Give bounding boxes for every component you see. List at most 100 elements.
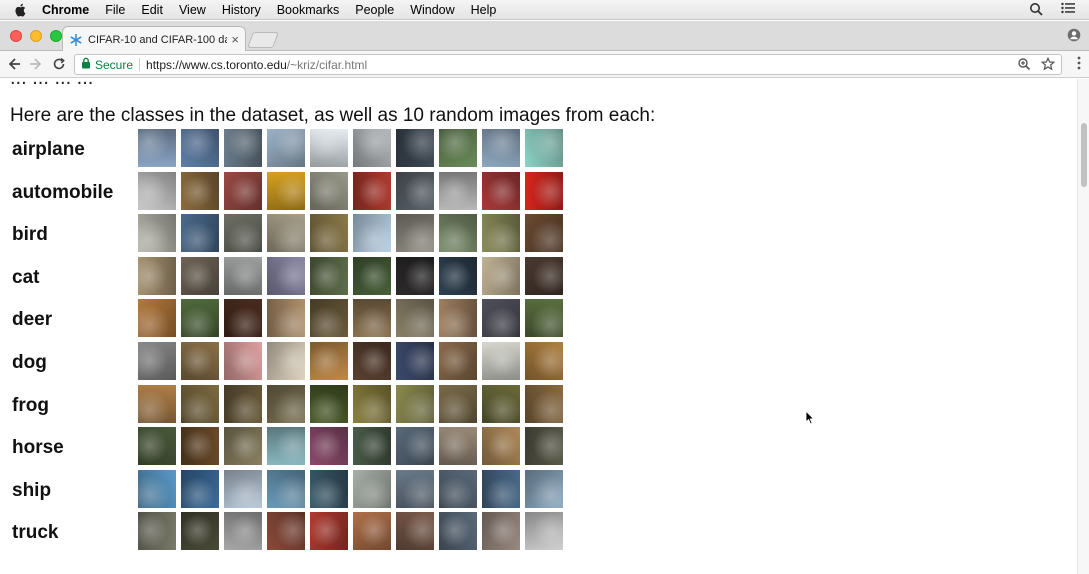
- scrollbar-thumb[interactable]: [1081, 123, 1087, 187]
- class-label: cat: [12, 266, 40, 288]
- menu-window[interactable]: Window: [410, 3, 454, 17]
- sample-image-thumbnail: [482, 256, 520, 295]
- close-window-button[interactable]: [10, 30, 22, 42]
- sample-image-thumbnail: [396, 427, 434, 466]
- menu-bookmarks[interactable]: Bookmarks: [277, 3, 340, 17]
- bookmark-star-icon[interactable]: [1040, 56, 1056, 74]
- sample-image-thumbnail: [267, 214, 305, 253]
- sample-image-thumbnail: [267, 427, 305, 466]
- thumbnail-strip: [138, 427, 563, 466]
- thumbnail-strip: [138, 299, 563, 338]
- sample-image-thumbnail: [353, 512, 391, 551]
- thumbnail-strip: [138, 512, 563, 551]
- sample-image-thumbnail: [267, 384, 305, 423]
- sample-image-thumbnail: [181, 129, 219, 167]
- omnibox-divider: [139, 58, 141, 71]
- favicon-icon: [69, 33, 83, 47]
- page-viewport: ... ... ... ... Here are the classes in …: [0, 79, 1077, 574]
- profile-icon[interactable]: [1067, 28, 1081, 47]
- sample-image-thumbnail: [396, 469, 434, 508]
- zoom-window-button[interactable]: [50, 30, 62, 42]
- tab-cifar[interactable]: CIFAR-10 and CIFAR-100 datasets ×: [62, 26, 246, 52]
- sample-image-thumbnail: [353, 469, 391, 508]
- class-row-dog: dog: [12, 341, 563, 385]
- sample-image-thumbnail: [310, 384, 348, 423]
- new-tab-button[interactable]: [247, 32, 279, 48]
- sample-image-thumbnail: [439, 299, 477, 338]
- sample-image-thumbnail: [396, 341, 434, 380]
- sample-image-thumbnail: [482, 341, 520, 380]
- class-row-frog: frog: [12, 384, 563, 428]
- sample-image-thumbnail: [267, 512, 305, 551]
- vertical-scrollbar[interactable]: [1077, 79, 1089, 574]
- spotlight-search-icon[interactable]: [1029, 2, 1043, 19]
- sample-image-thumbnail: [181, 214, 219, 253]
- class-label: truck: [12, 522, 59, 544]
- thumbnail-strip: [138, 256, 563, 295]
- sample-image-thumbnail: [525, 171, 563, 210]
- sample-image-thumbnail: [310, 171, 348, 210]
- thumbnail-strip: [138, 384, 563, 423]
- sample-image-thumbnail: [396, 171, 434, 210]
- sample-image-thumbnail: [525, 512, 563, 551]
- class-image-grid: airplane automobile bird cat deer dog frog hors…: [12, 129, 563, 555]
- sample-image-thumbnail: [181, 299, 219, 338]
- class-row-truck: truck: [12, 512, 563, 555]
- chrome-menu-icon[interactable]: [1077, 56, 1081, 75]
- minimize-window-button[interactable]: [30, 30, 42, 42]
- sample-image-thumbnail: [224, 171, 262, 210]
- sample-image-thumbnail: [439, 214, 477, 253]
- thumbnail-strip: [138, 469, 563, 508]
- sample-image-thumbnail: [224, 299, 262, 338]
- sample-image-thumbnail: [353, 214, 391, 253]
- menu-view[interactable]: View: [179, 3, 206, 17]
- zoom-icon[interactable]: [1017, 57, 1031, 74]
- sample-image-thumbnail: [224, 427, 262, 466]
- url-host: https://www.cs.toronto.edu: [146, 57, 287, 72]
- sample-image-thumbnail: [181, 512, 219, 551]
- menu-people[interactable]: People: [355, 3, 394, 17]
- intro-sentence: Here are the classes in the dataset, as …: [10, 105, 656, 126]
- back-arrow-icon[interactable]: [6, 56, 22, 72]
- sample-image-thumbnail: [525, 341, 563, 380]
- sample-image-thumbnail: [525, 469, 563, 508]
- sample-image-thumbnail: [310, 427, 348, 466]
- sample-image-thumbnail: [310, 214, 348, 253]
- sample-image-thumbnail: [353, 299, 391, 338]
- sample-image-thumbnail: [525, 214, 563, 253]
- sample-image-thumbnail: [482, 171, 520, 210]
- sample-image-thumbnail: [482, 299, 520, 338]
- sample-image-thumbnail: [439, 469, 477, 508]
- menu-history[interactable]: History: [222, 3, 261, 17]
- sample-image-thumbnail: [181, 256, 219, 295]
- sample-image-thumbnail: [181, 341, 219, 380]
- menu-file[interactable]: File: [105, 3, 125, 17]
- menu-app-name[interactable]: Chrome: [42, 3, 89, 17]
- sample-image-thumbnail: [224, 129, 262, 167]
- sample-image-thumbnail: [353, 384, 391, 423]
- class-row-airplane: airplane: [12, 129, 563, 172]
- sample-image-thumbnail: [353, 256, 391, 295]
- reload-icon[interactable]: [51, 56, 67, 72]
- sample-image-thumbnail: [267, 299, 305, 338]
- sample-image-thumbnail: [310, 469, 348, 508]
- sample-image-thumbnail: [482, 129, 520, 167]
- address-bar[interactable]: Secure https://www.cs.toronto.edu /~kriz…: [74, 54, 1062, 75]
- sample-image-thumbnail: [138, 299, 176, 338]
- lock-icon: [81, 57, 91, 72]
- sample-image-thumbnail: [396, 129, 434, 167]
- sample-image-thumbnail: [138, 256, 176, 295]
- menu-help[interactable]: Help: [471, 3, 497, 17]
- sample-image-thumbnail: [224, 469, 262, 508]
- sample-image-thumbnail: [138, 427, 176, 466]
- sample-image-thumbnail: [138, 384, 176, 423]
- menu-edit[interactable]: Edit: [141, 3, 163, 17]
- window-controls: [10, 30, 62, 42]
- class-row-cat: cat: [12, 256, 563, 300]
- tab-close-icon[interactable]: ×: [231, 32, 239, 47]
- sample-image-thumbnail: [310, 256, 348, 295]
- forward-arrow-icon[interactable]: [28, 56, 44, 72]
- notification-center-icon[interactable]: [1061, 2, 1075, 19]
- apple-menu-icon[interactable]: [14, 3, 28, 17]
- secure-label: Secure: [95, 57, 134, 72]
